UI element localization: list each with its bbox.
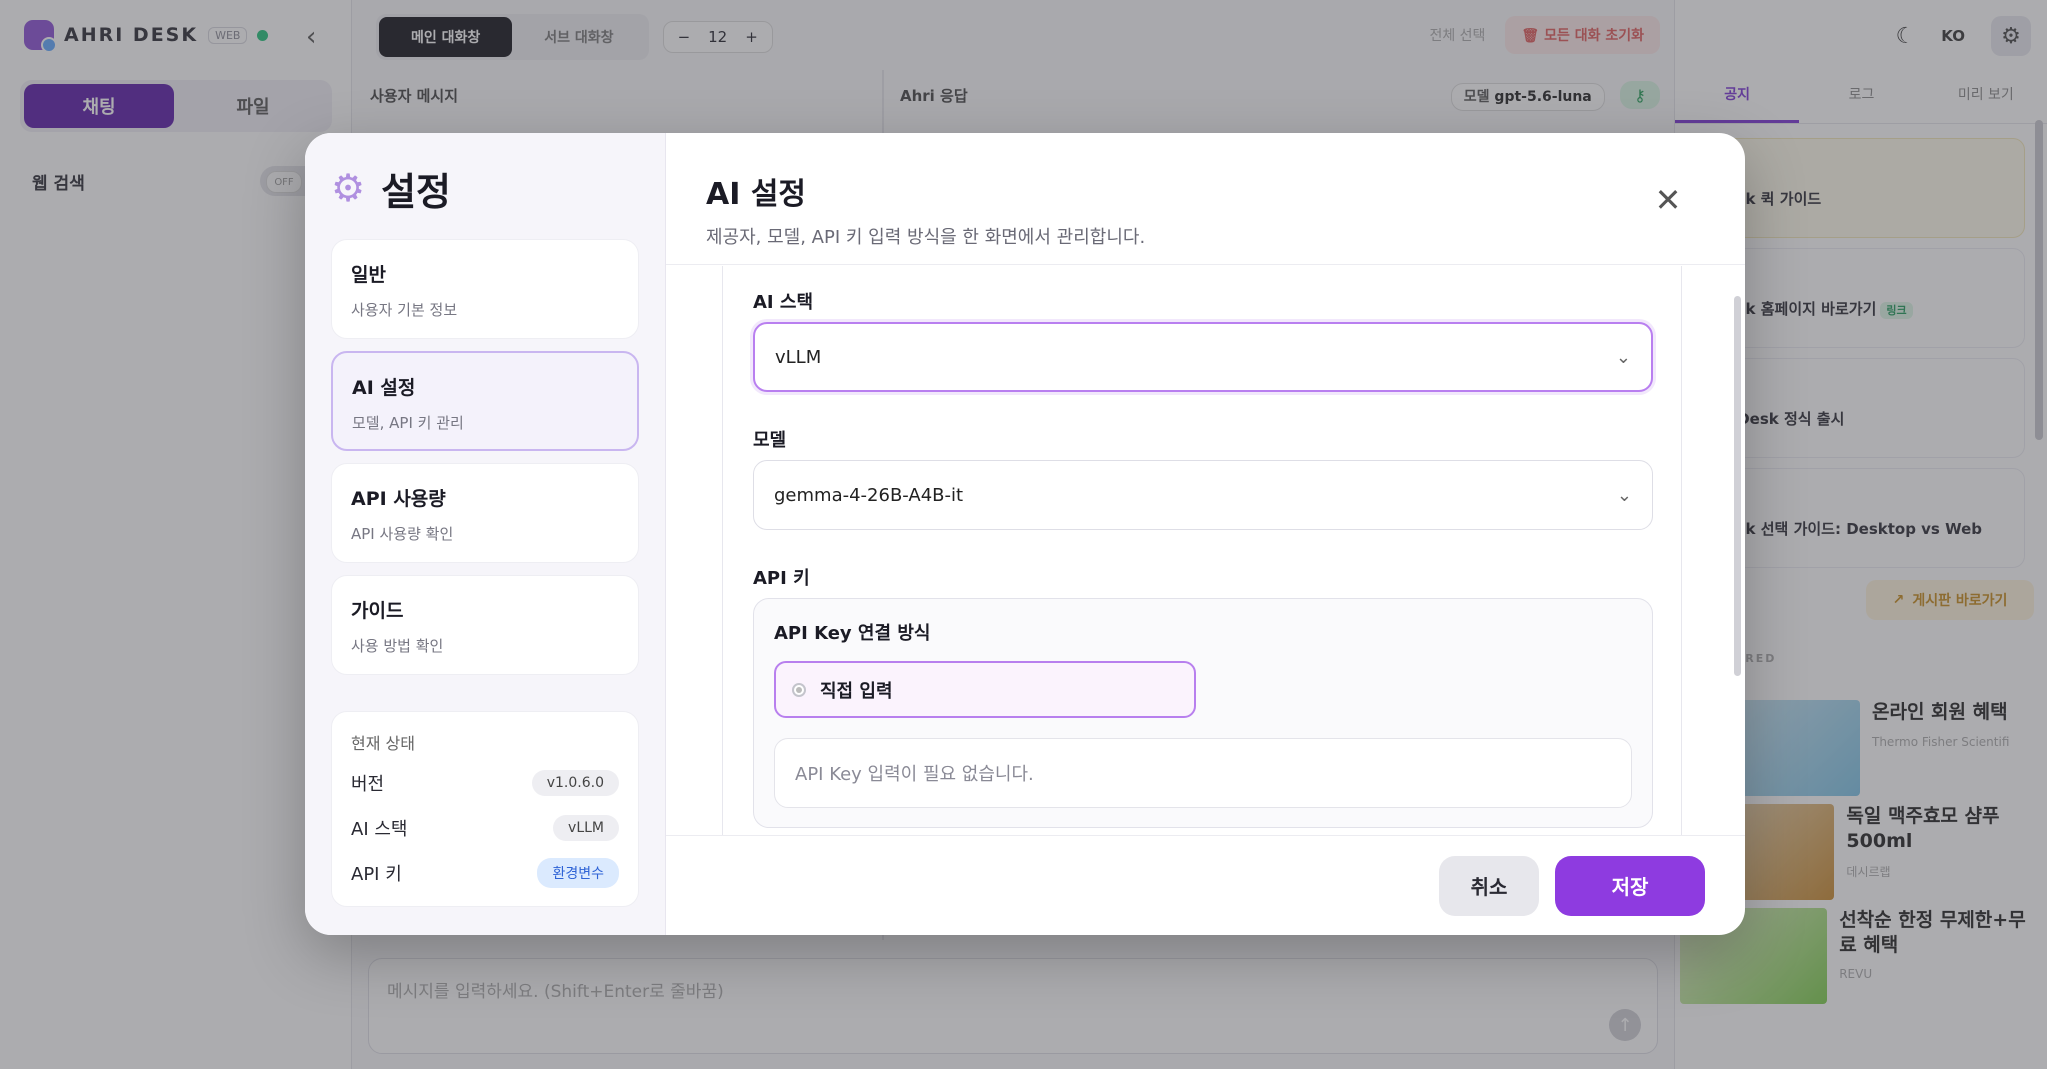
nav-item-title: API 사용량 bbox=[351, 488, 446, 510]
page-description: 제공자, 모델, API 키 입력 방식을 한 화면에서 관리합니다. bbox=[706, 227, 1146, 248]
status-row-api-key: API 키 환경변수 bbox=[351, 858, 619, 888]
nav-item-subtitle: 사용자 기본 정보 bbox=[351, 301, 458, 319]
current-status-box: 현재 상태 버전 v1.0.6.0 AI 스택 vLLM API 키 환경변수 bbox=[331, 711, 639, 907]
api-key-method-title: API Key 연결 방식 bbox=[774, 623, 931, 644]
api-key-label: API 키 bbox=[753, 568, 810, 589]
status-badge: vLLM bbox=[553, 815, 619, 841]
status-title: 현재 상태 bbox=[351, 734, 415, 753]
settings-modal: ⚙ 설정 일반 사용자 기본 정보 AI 설정 모델, API 키 관리 API… bbox=[305, 133, 1745, 935]
api-key-card: API Key 연결 방식 직접 입력 API Key 입력이 필요 없습니다. bbox=[753, 598, 1653, 828]
model-select[interactable]: gemma-4-26B-A4B-it ⌄ bbox=[753, 460, 1653, 530]
content-body: AI 스택 vLLM ⌄ 모델 gemma-4-26B-A4B-it ⌄ API… bbox=[666, 266, 1745, 835]
cancel-button[interactable]: 취소 bbox=[1439, 855, 1539, 916]
ai-settings-card: AI 스택 vLLM ⌄ 모델 gemma-4-26B-A4B-it ⌄ API… bbox=[722, 266, 1682, 835]
content-scrollbar[interactable] bbox=[1734, 296, 1741, 676]
ai-stack-value: vLLM bbox=[775, 346, 822, 368]
direct-input-option[interactable]: 직접 입력 bbox=[774, 661, 1196, 718]
nav-item-api-usage[interactable]: API 사용량 API 사용량 확인 bbox=[331, 463, 639, 563]
content-header: AI 설정 제공자, 모델, API 키 입력 방식을 한 화면에서 관리합니다… bbox=[666, 133, 1745, 265]
nav-item-subtitle: 사용 방법 확인 bbox=[351, 637, 444, 655]
model-label: 모델 bbox=[753, 430, 787, 451]
nav-item-ai-settings[interactable]: AI 설정 모델, API 키 관리 bbox=[331, 351, 639, 451]
nav-item-title: 일반 bbox=[351, 264, 386, 286]
model-value: gemma-4-26B-A4B-it bbox=[774, 484, 964, 506]
nav-item-title: 가이드 bbox=[351, 600, 404, 622]
gear-icon: ⚙ bbox=[331, 166, 366, 210]
nav-item-guide[interactable]: 가이드 사용 방법 확인 bbox=[331, 575, 639, 675]
status-label: AI 스택 bbox=[351, 819, 408, 840]
status-row-version: 버전 v1.0.6.0 bbox=[351, 768, 619, 798]
radio-icon bbox=[792, 682, 806, 697]
page-title: AI 설정 bbox=[706, 177, 807, 212]
ai-stack-label: AI 스택 bbox=[753, 292, 814, 313]
status-label: 버전 bbox=[351, 774, 385, 795]
chevron-down-icon: ⌄ bbox=[1615, 346, 1631, 368]
status-label: API 키 bbox=[351, 864, 402, 885]
ai-stack-select[interactable]: vLLM ⌄ bbox=[753, 322, 1653, 392]
nav-item-subtitle: 모델, API 키 관리 bbox=[352, 414, 464, 432]
settings-nav: ⚙ 설정 일반 사용자 기본 정보 AI 설정 모델, API 키 관리 API… bbox=[305, 133, 666, 935]
content-footer: 취소 저장 bbox=[666, 835, 1745, 935]
close-icon[interactable]: ✕ bbox=[1653, 184, 1683, 216]
nav-item-subtitle: API 사용량 확인 bbox=[351, 525, 454, 543]
status-badge: 환경변수 bbox=[537, 858, 619, 888]
settings-content: AI 설정 제공자, 모델, API 키 입력 방식을 한 화면에서 관리합니다… bbox=[666, 133, 1745, 935]
direct-input-label: 직접 입력 bbox=[820, 680, 893, 702]
status-badge: v1.0.6.0 bbox=[531, 770, 619, 796]
settings-title: 설정 bbox=[381, 169, 451, 214]
save-button[interactable]: 저장 bbox=[1555, 855, 1705, 916]
nav-item-general[interactable]: 일반 사용자 기본 정보 bbox=[331, 239, 639, 339]
settings-title-row: ⚙ 설정 bbox=[331, 165, 639, 214]
status-row-ai-stack: AI 스택 vLLM bbox=[351, 813, 619, 843]
nav-item-title: AI 설정 bbox=[352, 377, 416, 399]
api-key-info: API Key 입력이 필요 없습니다. bbox=[774, 738, 1632, 808]
chevron-down-icon: ⌄ bbox=[1616, 484, 1632, 506]
